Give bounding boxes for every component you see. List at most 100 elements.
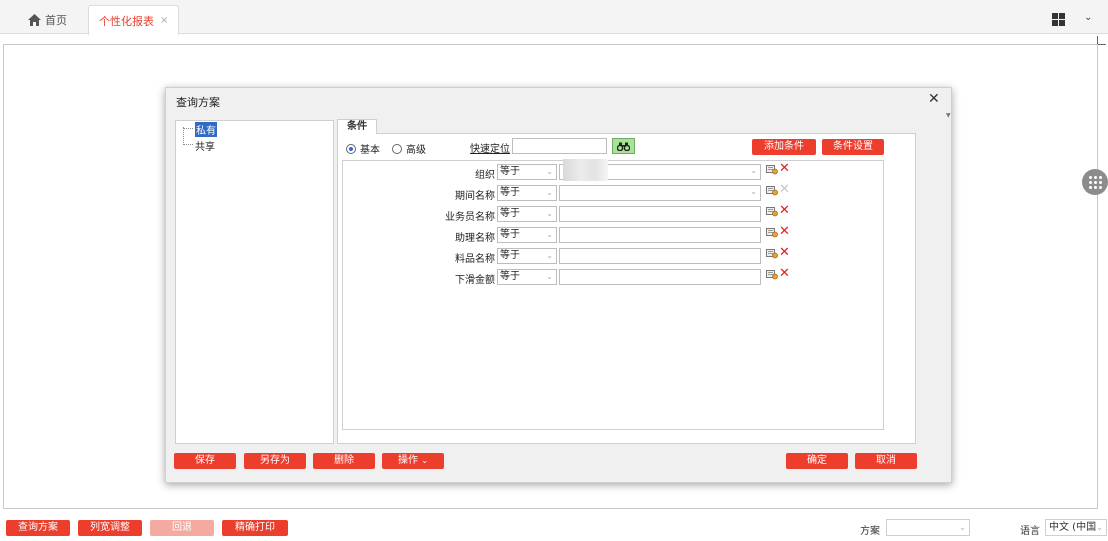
- radio-basic[interactable]: [346, 143, 356, 154]
- condition-row: 料品名称 等于 ⌄ ✕: [343, 246, 885, 265]
- chevron-down-icon: ⌄: [1096, 523, 1103, 532]
- condition-field-label: 组织: [475, 170, 495, 181]
- footer-toolbar: 查询方案 列宽调整 回退 精确打印 方案 ⌄ 语言 中文 (中国 ⌄: [0, 513, 1108, 541]
- binoculars-icon: [617, 142, 630, 151]
- scheme-tree: 私有 共享: [175, 120, 334, 444]
- condition-operator-value: 等于: [500, 250, 520, 261]
- tab-bar: 首页 个性化报表 × ⌄: [0, 0, 1108, 35]
- remove-condition-icon[interactable]: ✕: [779, 225, 790, 238]
- chevron-down-icon: ⌄: [546, 188, 553, 197]
- condition-operator-select[interactable]: 等于 ⌄: [497, 248, 557, 264]
- radio-advanced-label: 高级: [406, 145, 426, 156]
- add-condition-button[interactable]: 添加条件: [752, 139, 816, 155]
- condition-value-input[interactable]: [559, 248, 761, 264]
- scheme-label: 方案: [860, 526, 880, 537]
- condition-operator-value: 等于: [500, 187, 520, 198]
- operations-menu-button[interactable]: 操作 ⌄: [382, 453, 444, 469]
- condition-field-label: 下滑金额: [455, 275, 495, 286]
- confirm-button[interactable]: 确定: [786, 453, 848, 469]
- condition-operator-select[interactable]: 等于 ⌄: [497, 185, 557, 201]
- tree-connector: [183, 128, 193, 129]
- save-as-button[interactable]: 另存为: [244, 453, 306, 469]
- condition-row-actions: ✕: [766, 162, 790, 175]
- scheme-select[interactable]: ⌄: [886, 519, 970, 536]
- condition-operator-select[interactable]: 等于 ⌄: [497, 164, 557, 180]
- condition-value-input[interactable]: [559, 269, 761, 285]
- chevron-down-icon: ⌄: [546, 167, 553, 176]
- tab-custom-report-label: 个性化报表: [99, 14, 154, 28]
- condition-row: 下滑金额 等于 ⌄ ✕: [343, 267, 885, 286]
- quick-locate-label[interactable]: 快速定位: [470, 140, 510, 155]
- condition-field-label: 助理名称: [455, 233, 495, 244]
- rollback-button[interactable]: 回退: [150, 520, 214, 536]
- chevron-down-icon: ⌄: [546, 272, 553, 281]
- language-select[interactable]: 中文 (中国 ⌄: [1045, 519, 1107, 536]
- condition-operator-select[interactable]: 等于 ⌄: [497, 227, 557, 243]
- delete-button[interactable]: 删除: [313, 453, 375, 469]
- tab-home[interactable]: 首页: [28, 12, 67, 28]
- condition-value-input[interactable]: ⌄: [559, 185, 761, 201]
- condition-row-actions: ✕: [766, 246, 790, 259]
- query-scheme-button[interactable]: 查询方案: [6, 520, 70, 536]
- reference-picker-icon[interactable]: [766, 185, 778, 196]
- condition-row: 业务员名称 等于 ⌄ ✕: [343, 204, 885, 223]
- remove-condition-icon[interactable]: ✕: [779, 204, 790, 217]
- condition-operator-select[interactable]: 等于 ⌄: [497, 269, 557, 285]
- radio-basic-label: 基本: [360, 145, 380, 156]
- quick-locate-input[interactable]: [512, 138, 607, 154]
- cancel-button[interactable]: 取消: [855, 453, 917, 469]
- floating-menu-button[interactable]: [1082, 169, 1108, 195]
- condition-row: 助理名称 等于 ⌄ ✕: [343, 225, 885, 244]
- condition-operator-value: 等于: [500, 271, 520, 282]
- remove-condition-icon[interactable]: ✕: [779, 183, 790, 196]
- remove-condition-icon[interactable]: ✕: [779, 267, 790, 280]
- condition-operator-value: 等于: [500, 208, 520, 219]
- condition-settings-button[interactable]: 条件设置: [822, 139, 884, 155]
- condition-operator-select[interactable]: 等于 ⌄: [497, 206, 557, 222]
- tab-conditions[interactable]: 条件: [337, 119, 377, 134]
- tree-item-shared[interactable]: 共享: [195, 138, 215, 153]
- reference-picker-icon[interactable]: [766, 206, 778, 217]
- home-icon: [28, 14, 41, 26]
- condition-field-label: 料品名称: [455, 254, 495, 265]
- reference-picker-icon[interactable]: [766, 248, 778, 259]
- condition-row-actions: ✕: [766, 225, 790, 238]
- condition-row-actions: ✕: [766, 267, 790, 280]
- precise-print-button[interactable]: 精确打印: [222, 520, 288, 536]
- condition-value-input[interactable]: [559, 227, 761, 243]
- condition-row-actions: ✕: [766, 204, 790, 217]
- condition-row: 组织 等于 ⌄ ⌄ ✕: [343, 162, 885, 181]
- reference-picker-icon[interactable]: [766, 164, 778, 175]
- remove-condition-icon[interactable]: ✕: [779, 162, 790, 175]
- language-select-value: 中文 (中国: [1049, 522, 1097, 533]
- small-caret-icon: ▼: [946, 112, 951, 119]
- app-grid-icon[interactable]: [1052, 13, 1065, 26]
- dots-grid-icon: [1088, 175, 1102, 189]
- condition-field-label: 业务员名称: [445, 212, 495, 223]
- condition-row-actions: ✕: [766, 183, 790, 196]
- column-width-button[interactable]: 列宽调整: [78, 520, 142, 536]
- operations-label: 操作: [398, 455, 419, 466]
- condition-value-input[interactable]: [559, 206, 761, 222]
- save-button[interactable]: 保存: [174, 453, 236, 469]
- reference-picker-icon[interactable]: [766, 227, 778, 238]
- dialog-title: 查询方案: [176, 96, 220, 109]
- remove-condition-icon[interactable]: ✕: [779, 246, 790, 259]
- tab-home-label: 首页: [45, 14, 67, 27]
- close-icon[interactable]: ×: [160, 15, 168, 26]
- radio-advanced[interactable]: [392, 143, 402, 154]
- tree-item-private[interactable]: 私有: [195, 122, 217, 137]
- chevron-down-icon: ⌄: [959, 523, 966, 532]
- tree-connector: [183, 144, 193, 145]
- language-label: 语言: [1020, 526, 1040, 537]
- reference-picker-icon[interactable]: [766, 269, 778, 280]
- chevron-down-icon[interactable]: ⌄: [1084, 12, 1092, 23]
- condition-row: 期间名称 等于 ⌄ ⌄ ✕: [343, 183, 885, 202]
- dialog-close-icon[interactable]: ✕: [928, 91, 940, 107]
- tab-custom-report[interactable]: 个性化报表 ×: [88, 5, 180, 35]
- chevron-down-icon: ⌄: [750, 166, 757, 175]
- find-button[interactable]: [612, 138, 635, 154]
- expand-icon[interactable]: [1097, 36, 1106, 45]
- chevron-down-icon: ⌄: [546, 251, 553, 260]
- tree-connector: [183, 127, 184, 145]
